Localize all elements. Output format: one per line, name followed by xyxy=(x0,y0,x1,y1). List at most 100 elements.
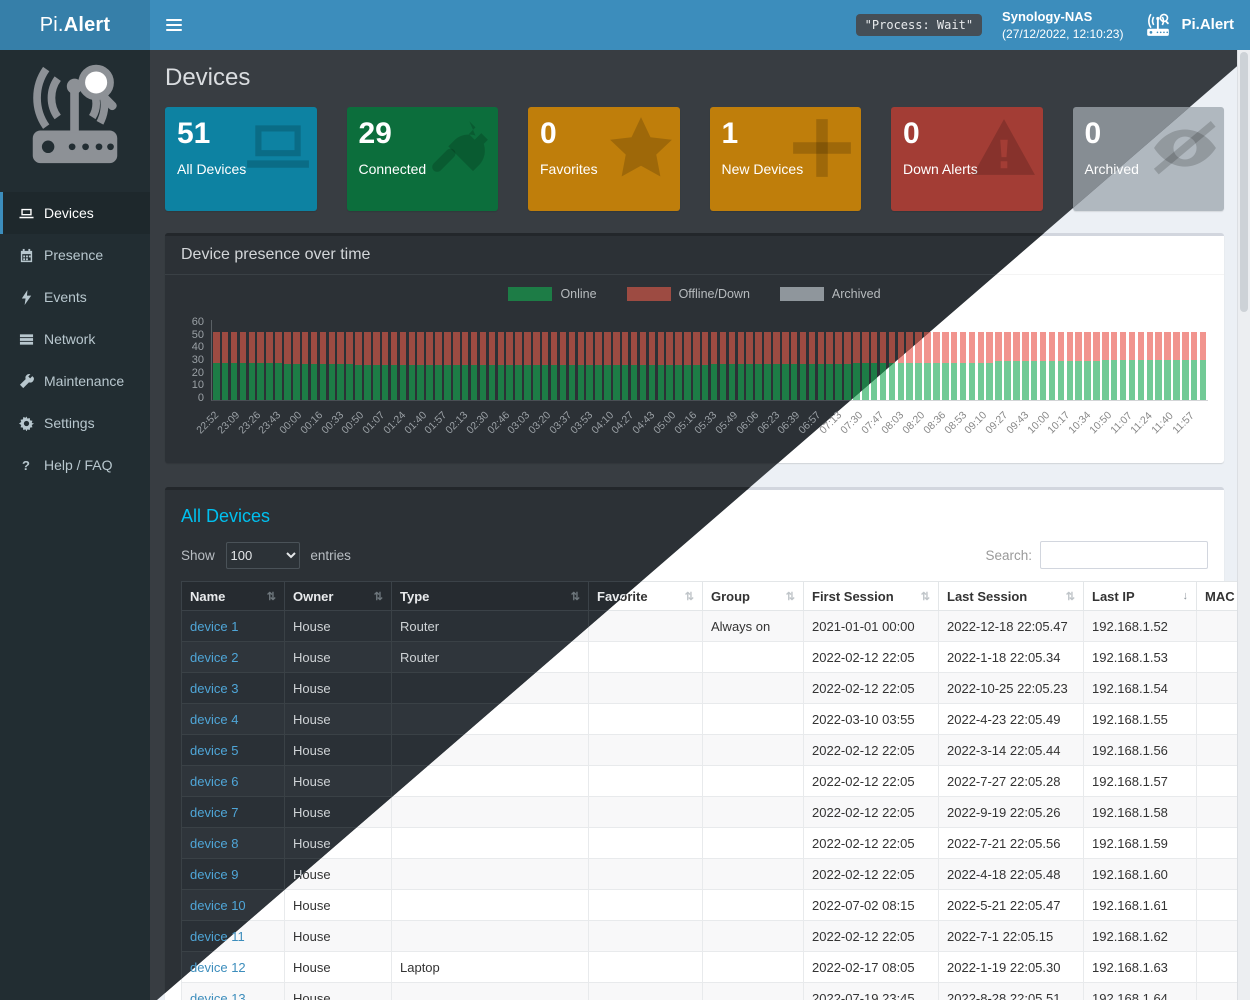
cell-last-ip: 192.168.1.57 xyxy=(1084,766,1197,797)
chart-bar xyxy=(275,332,282,400)
question-icon: ? xyxy=(18,457,34,473)
chart-bar xyxy=(1004,332,1011,400)
column-header-last-ip[interactable]: Last IP↓ xyxy=(1084,582,1197,611)
column-header-group[interactable]: Group⇅ xyxy=(703,582,804,611)
chart-bar xyxy=(417,332,424,400)
card-connected[interactable]: 29 Connected xyxy=(347,107,499,211)
chart-bar xyxy=(809,332,816,400)
device-link[interactable]: device 13 xyxy=(190,991,246,1000)
legend-offline-down[interactable]: Offline/Down xyxy=(627,287,750,301)
sidebar-item-events[interactable]: Events xyxy=(0,276,150,318)
device-link[interactable]: device 7 xyxy=(190,805,238,820)
column-header-name[interactable]: Name⇅ xyxy=(182,582,285,611)
chart-bar xyxy=(578,332,585,400)
chart-bar xyxy=(800,332,807,400)
warning-icon xyxy=(971,115,1037,181)
cell-name: device 1 xyxy=(182,611,285,642)
chart-bar xyxy=(355,332,362,400)
cell-type xyxy=(392,921,589,952)
sort-icon: ⇅ xyxy=(786,590,795,603)
chart-bar xyxy=(382,332,389,400)
chart-bar xyxy=(1084,332,1091,400)
legend-archived[interactable]: Archived xyxy=(780,287,881,301)
sidebar-item-presence[interactable]: Presence xyxy=(0,234,150,276)
cell-last-ip: 192.168.1.62 xyxy=(1084,921,1197,952)
cell-owner: House xyxy=(285,983,392,1000)
sidebar-item-settings[interactable]: Settings xyxy=(0,402,150,444)
device-link[interactable]: device 1 xyxy=(190,619,238,634)
device-link[interactable]: device 3 xyxy=(190,681,238,696)
cell-name: device 13 xyxy=(182,983,285,1000)
chart-bar xyxy=(640,332,647,400)
cell-group xyxy=(703,766,804,797)
chart-bar xyxy=(1120,332,1127,400)
column-label: Last IP xyxy=(1092,589,1135,604)
cell-owner: House xyxy=(285,735,392,766)
chart-bar xyxy=(631,332,638,400)
device-link[interactable]: device 8 xyxy=(190,836,238,851)
cell-group xyxy=(703,797,804,828)
sidebar-item-label: Events xyxy=(44,289,87,305)
page-scrollbar[interactable] xyxy=(1237,50,1250,1000)
cell-last-session: 2022-3-14 22:05.44 xyxy=(939,735,1084,766)
sidebar-item-maintenance[interactable]: Maintenance xyxy=(0,360,150,402)
device-link[interactable]: device 2 xyxy=(190,650,238,665)
cell-name: device 6 xyxy=(182,766,285,797)
sidebar-item-label: Devices xyxy=(44,205,94,221)
cell-last-ip: 192.168.1.55 xyxy=(1084,704,1197,735)
chart-bar xyxy=(1013,332,1020,400)
chart-bar xyxy=(729,332,736,400)
card-down-alerts[interactable]: 0 Down Alerts xyxy=(891,107,1043,211)
device-link[interactable]: device 9 xyxy=(190,867,238,882)
column-header-last-session[interactable]: Last Session⇅ xyxy=(939,582,1084,611)
cell-owner: House xyxy=(285,952,392,983)
star-icon xyxy=(608,115,674,181)
chart-bar xyxy=(791,332,798,400)
chart-bar xyxy=(1173,332,1180,400)
chart-bar xyxy=(506,332,513,400)
summary-cards: 51 All Devices 29 Connected 0 Favorites … xyxy=(165,107,1224,211)
laptop-icon xyxy=(18,205,34,221)
cell-favorite xyxy=(589,611,703,642)
search-input[interactable] xyxy=(1040,541,1208,569)
card-favorites[interactable]: 0 Favorites xyxy=(528,107,680,211)
scrollbar-thumb[interactable] xyxy=(1240,52,1248,312)
laptop-icon xyxy=(245,115,311,181)
chart-bar xyxy=(933,332,940,400)
chart-bar xyxy=(373,332,380,400)
sidebar-item-label: Presence xyxy=(44,247,103,263)
device-link[interactable]: device 5 xyxy=(190,743,238,758)
chart-bar xyxy=(684,332,691,400)
sidebar-item-devices[interactable]: Devices xyxy=(0,192,150,234)
device-link[interactable]: device 6 xyxy=(190,774,238,789)
chart-bar xyxy=(675,332,682,400)
card-new-devices[interactable]: 1 New Devices xyxy=(710,107,862,211)
app-logo[interactable]: Pi.Alert xyxy=(0,0,150,50)
top-navbar: Pi.Alert "Process: Wait" Synology-NAS (2… xyxy=(0,0,1250,50)
y-tick: 0 xyxy=(181,392,204,404)
sidebar-toggle-icon[interactable] xyxy=(150,0,198,50)
chart-bar xyxy=(533,332,540,400)
pialert-logo xyxy=(0,50,150,192)
cell-first-session: 2022-02-12 22:05 xyxy=(804,828,939,859)
sidebar-item-help[interactable]: ? Help / FAQ xyxy=(0,444,150,486)
column-header-owner[interactable]: Owner⇅ xyxy=(285,582,392,611)
cell-group xyxy=(703,704,804,735)
chart-bar xyxy=(1049,332,1056,400)
card-all-devices[interactable]: 51 All Devices xyxy=(165,107,317,211)
sidebar-item-network[interactable]: Network xyxy=(0,318,150,360)
cell-last-ip: 192.168.1.60 xyxy=(1084,859,1197,890)
column-header-type[interactable]: Type⇅ xyxy=(392,582,589,611)
cell-first-session: 2022-02-12 22:05 xyxy=(804,859,939,890)
chart-bar xyxy=(409,332,416,400)
entries-select[interactable]: 100 xyxy=(226,542,300,569)
device-link[interactable]: device 4 xyxy=(190,712,238,727)
chart-bar xyxy=(560,332,567,400)
cell-owner: House xyxy=(285,673,392,704)
cell-group xyxy=(703,859,804,890)
legend-online[interactable]: Online xyxy=(508,287,596,301)
column-header-first-session[interactable]: First Session⇅ xyxy=(804,582,939,611)
device-link[interactable]: device 10 xyxy=(190,898,246,913)
chart-bar xyxy=(666,332,673,400)
cell-name: device 3 xyxy=(182,673,285,704)
